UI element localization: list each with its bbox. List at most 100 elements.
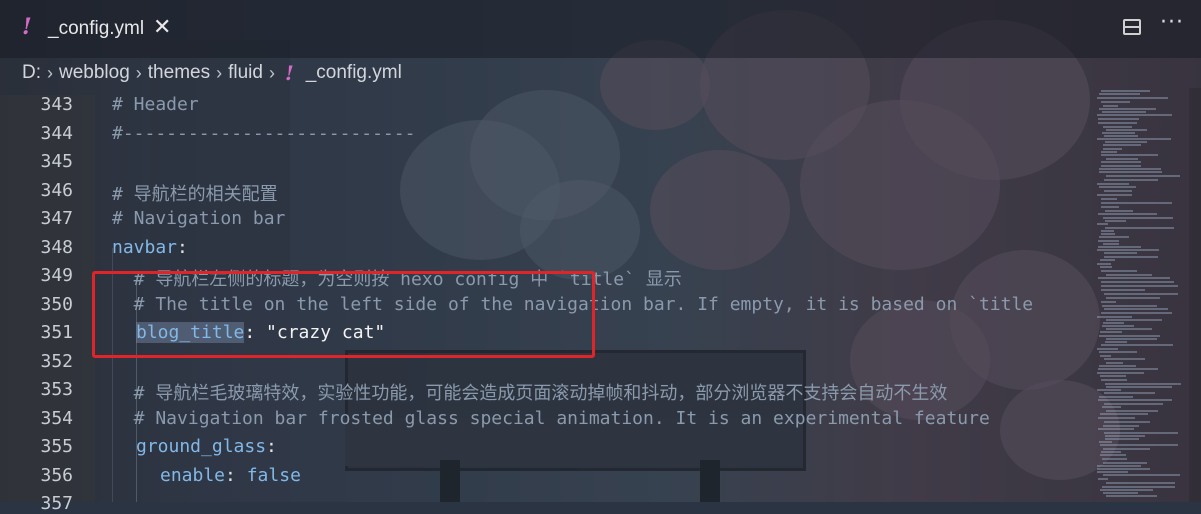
minimap-line [1101,101,1130,103]
minimap-line [1105,341,1127,343]
minimap-line [1097,194,1132,196]
tab-config-yml[interactable]: ! _config.yml ✕ [0,0,195,58]
minimap-line [1106,129,1147,131]
minimap-line [1101,312,1172,314]
breadcrumb-item-themes[interactable]: themes [148,62,210,84]
minimap-line [1097,471,1128,473]
yaml-file-icon: ! [22,14,32,40]
minimap-line [1097,316,1132,318]
code-line[interactable]: enable: false [160,465,301,486]
close-icon[interactable]: ✕ [153,15,171,40]
minimap-line [1101,301,1116,303]
yaml-key: navbar [112,237,178,258]
minimap-line [1097,372,1144,374]
minimap-line [1103,492,1138,494]
minimap-line [1098,428,1134,430]
minimap-line [1098,478,1108,480]
line-number: 346 [40,180,73,201]
minimap-line [1100,355,1111,357]
minimap-line [1105,435,1145,437]
more-actions-icon[interactable]: ··· [1160,10,1184,35]
minimap-line [1106,319,1162,321]
chevron-right-icon: › [268,62,275,83]
line-number: 355 [40,436,73,457]
minimap-line [1099,168,1161,170]
yaml-key: ground_glass [136,436,267,457]
minimap-line [1101,165,1141,167]
minimap-line [1103,105,1118,107]
code-line[interactable]: ground_glass: [136,436,277,457]
yaml-punct: : [177,237,188,258]
minimap-line [1102,325,1134,327]
minimap-line [1105,438,1139,440]
minimap-line [1104,256,1158,258]
minimap-line [1100,489,1153,491]
minimap-line [1104,358,1145,360]
minimap-line [1097,97,1168,99]
minimap-line [1100,454,1126,456]
minimap-line [1105,141,1147,143]
minimap-line [1105,227,1174,229]
minimap-line [1103,448,1150,450]
line-number: 357 [40,493,73,514]
minimap-line [1103,462,1147,464]
line-number: 350 [40,294,73,315]
code-line[interactable]: # 导航栏的相关配置 [112,180,278,206]
minimap-line [1103,144,1141,146]
code-line[interactable]: # Navigation bar frosted glass special a… [112,408,990,429]
yaml-key: enable [160,465,226,486]
minimap-line [1106,158,1138,160]
minimap-line [1097,249,1159,251]
line-number: 345 [40,151,73,172]
minimap-line [1101,202,1172,204]
minimap-line [1101,151,1117,153]
code-line[interactable]: # Header [112,94,199,115]
vertical-scrollbar[interactable] [1189,88,1201,502]
minimap[interactable] [1095,88,1191,502]
code-line[interactable]: # Navigation bar [112,208,285,229]
minimap-line [1104,392,1155,394]
breadcrumb-item-webblog[interactable]: webblog [59,62,130,84]
minimap-line [1102,486,1175,488]
breadcrumb-item-fluid[interactable]: fluid [228,62,263,84]
minimap-line [1099,108,1156,110]
minimap-line [1097,138,1171,140]
minimap-line [1097,223,1108,225]
minimap-line [1098,368,1158,370]
minimap-line [1099,351,1137,353]
code-line[interactable]: navbar: [112,237,188,258]
breadcrumb-item-drive[interactable]: D: [22,62,41,84]
code-line[interactable]: # 导航栏毛玻璃特效，实验性功能，可能会造成页面滚动掉帧和抖动，部分浏览器不支持… [112,379,948,405]
minimap-line [1097,114,1172,116]
minimap-line [1099,396,1133,398]
minimap-line [1097,348,1118,350]
minimap-line [1102,111,1146,113]
minimap-line [1099,441,1112,443]
split-editor-icon[interactable] [1123,19,1141,35]
breadcrumb-item-file[interactable]: _config.yml [306,62,402,84]
tab-label: _config.yml [48,18,145,39]
minimap-line [1103,126,1132,128]
code-line[interactable]: #--------------------------- [112,123,415,144]
minimap-line [1101,270,1137,272]
minimap-line [1097,389,1121,391]
minimap-line [1104,293,1178,295]
minimap-line [1105,220,1126,222]
minimap-line [1106,386,1172,388]
minimap-line [1100,375,1126,377]
minimap-line [1106,274,1152,276]
minimap-line [1099,335,1160,337]
highlight-annotation-box [92,271,595,358]
line-number: 348 [40,237,73,258]
minimap-line [1101,281,1174,283]
minimap-line [1103,217,1173,219]
minimap-line [1100,444,1178,446]
yaml-file-icon: ! [284,61,294,85]
minimap-line [1102,458,1127,460]
minimap-line [1097,465,1141,467]
minimap-line [1104,421,1150,423]
minimap-line [1106,362,1123,364]
line-number: 354 [40,408,73,429]
minimap-line [1105,210,1133,212]
line-number: 352 [40,351,73,372]
